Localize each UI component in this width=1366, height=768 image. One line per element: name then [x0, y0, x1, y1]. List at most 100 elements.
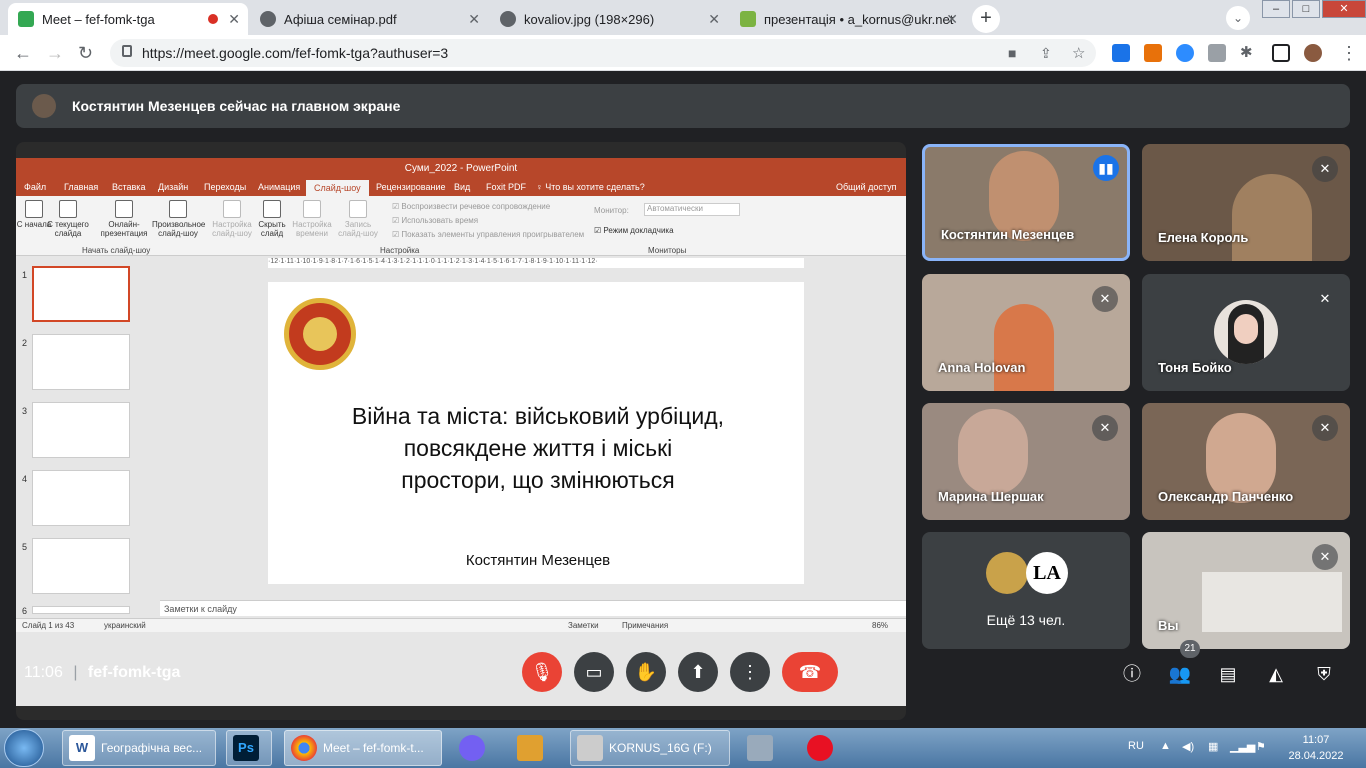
ppt-tab-home[interactable]: Главная — [64, 182, 98, 192]
rehearse-timings-button[interactable]: Настройка времени — [290, 196, 334, 238]
participant-video — [958, 409, 1028, 495]
participant-tile[interactable]: ✕ Anna Holovan — [922, 274, 1130, 391]
leave-call-button[interactable]: ☎ — [782, 652, 838, 692]
record-slideshow-button[interactable]: Запись слайд-шоу — [332, 196, 384, 238]
slide-thumbnail[interactable] — [32, 538, 130, 594]
ppt-tab-file[interactable]: Файл — [24, 182, 46, 192]
maximize-button[interactable]: □ — [1292, 0, 1320, 18]
notes-pane[interactable]: Заметки к слайду — [160, 600, 906, 616]
meeting-details-icon[interactable]: ⓘ — [1120, 662, 1144, 686]
close-tab-icon[interactable]: ✕ — [228, 11, 240, 28]
camera-icon[interactable]: ■ — [1008, 45, 1016, 61]
taskbar-photoshop[interactable]: Ps — [226, 730, 272, 766]
timings-checkbox[interactable]: ☑ Использовать время — [392, 216, 478, 225]
slide-thumbnail[interactable] — [32, 266, 130, 322]
present-button[interactable]: ⬆ — [678, 652, 718, 692]
tray-arrow-icon[interactable]: ▲ — [1160, 740, 1171, 752]
camera-toggle-button[interactable]: ▭ — [574, 652, 614, 692]
share-icon[interactable]: ⇪ — [1040, 45, 1052, 62]
address-bar[interactable]: https://meet.google.com/fef-fomk-tga?aut… — [110, 39, 1096, 67]
from-current-button[interactable]: С текущего слайда — [46, 196, 90, 238]
bookmark-star-icon[interactable]: ☆ — [1072, 44, 1085, 62]
extension-icon[interactable] — [1112, 44, 1130, 62]
hide-slide-button[interactable]: Скрыть слайд — [250, 196, 294, 238]
browser-tab-pdf[interactable]: Афіша семінар.pdf ✕ — [250, 3, 488, 35]
zoom-extension-icon[interactable] — [1176, 44, 1194, 62]
taskbar-chrome[interactable]: Meet – fef-fomk-t... — [284, 730, 442, 766]
close-tab-icon[interactable]: ✕ — [946, 11, 958, 28]
taskbar-drive[interactable]: KORNUS_16G (F:) — [570, 730, 730, 766]
profile-avatar[interactable] — [1304, 44, 1322, 62]
reload-icon[interactable]: ↻ — [78, 43, 93, 64]
notes-toggle[interactable]: Заметки — [568, 621, 599, 630]
forward-icon[interactable]: → — [46, 43, 64, 64]
signal-icon[interactable]: ▁▃▅ — [1230, 740, 1255, 753]
taskbar-opera[interactable] — [800, 730, 846, 766]
taskbar-viber[interactable] — [452, 730, 498, 766]
ppt-tab-insert[interactable]: Вставка — [112, 182, 145, 192]
ppt-tab-view[interactable]: Вид — [454, 182, 470, 192]
monitor-select[interactable]: Автоматически — [644, 203, 740, 216]
slide-thumbnail[interactable] — [32, 606, 130, 614]
new-tab-button[interactable]: + — [972, 5, 1000, 33]
media-controls-checkbox[interactable]: ☑ Показать элементы управления проигрыва… — [392, 230, 584, 239]
system-clock[interactable]: 11:07 28.04.2022 — [1286, 732, 1346, 764]
tab-search-icon[interactable]: ⌄ — [1226, 6, 1250, 30]
presenter-view-checkbox[interactable]: ☑ Режим докладчика — [594, 226, 674, 235]
network-icon[interactable]: ▦ — [1208, 740, 1218, 753]
participant-tile[interactable]: ▮▮ Костянтин Мезенцев — [922, 144, 1130, 261]
close-tab-icon[interactable]: ✕ — [708, 11, 720, 28]
ppt-tab-review[interactable]: Рецензирование — [376, 182, 446, 192]
browser-tab-jpg[interactable]: kovaliov.jpg (198×296) ✕ — [490, 3, 728, 35]
back-icon[interactable]: ← — [14, 43, 32, 64]
extension-icon[interactable] — [1208, 44, 1226, 62]
flag-icon[interactable]: ⚑ — [1256, 740, 1266, 753]
puzzle-icon[interactable]: ✱ — [1240, 43, 1253, 61]
activities-icon[interactable]: ◭ — [1264, 662, 1288, 686]
ppt-tab-animation[interactable]: Анимация — [258, 182, 300, 192]
slide-thumbnail[interactable] — [32, 334, 130, 390]
participant-tile[interactable]: ✕ Марина Шершак — [922, 403, 1130, 520]
more-participants-tile[interactable]: LA Ещё 13 чел. — [922, 532, 1130, 649]
ppt-tab-design[interactable]: Дизайн — [158, 182, 188, 192]
start-button[interactable] — [4, 729, 44, 767]
slide-thumbnail[interactable] — [32, 470, 130, 526]
taskbar-word[interactable]: W Географічна вес... — [62, 730, 216, 766]
custom-slideshow-button[interactable]: Произвольное слайд-шоу — [152, 196, 205, 238]
ppt-share-button[interactable]: Общий доступ — [836, 182, 896, 192]
minimize-button[interactable]: – — [1262, 0, 1290, 18]
ppt-tab-slideshow[interactable]: Слайд-шоу — [306, 180, 369, 196]
comments-toggle[interactable]: Примечания — [622, 621, 668, 630]
ppt-tell-me[interactable]: ♀ Что вы хотите сделать? — [536, 182, 645, 192]
chat-icon[interactable]: ▤ — [1216, 662, 1240, 686]
participant-tile[interactable]: ✕ Олександр Панченко — [1142, 403, 1350, 520]
browser-tab-meet[interactable]: Meet – fef-fomk-tga ✕ — [8, 3, 248, 35]
close-tab-icon[interactable]: ✕ — [468, 11, 480, 28]
close-window-button[interactable]: ✕ — [1322, 0, 1366, 18]
mic-toggle-button[interactable]: 🎙 — [522, 652, 562, 692]
zoom-level[interactable]: 86% — [872, 621, 888, 630]
slide-thumbnail[interactable] — [32, 402, 130, 458]
online-presentation-button[interactable]: Онлайн-презентация — [98, 196, 150, 238]
raise-hand-button[interactable]: ✋ — [626, 652, 666, 692]
browser-tab-mail[interactable]: презентація • a_kornus@ukr.net ✕ — [730, 3, 966, 35]
side-panel-icon[interactable] — [1272, 44, 1290, 62]
narration-checkbox[interactable]: ☑ Воспроизвести речевое сопровождение — [392, 202, 550, 211]
setup-slideshow-button[interactable]: Настройка слайд-шоу — [210, 196, 254, 238]
taskbar-media[interactable] — [510, 730, 556, 766]
ppt-tab-transitions[interactable]: Переходы — [204, 182, 246, 192]
menu-icon[interactable]: ⋮ — [1340, 43, 1358, 64]
extension-icon[interactable] — [1144, 44, 1162, 62]
self-view-tile[interactable]: ✕ Вы — [1142, 532, 1350, 649]
host-controls-icon[interactable]: ⛨ — [1312, 662, 1336, 686]
taskbar-search-app[interactable] — [740, 730, 786, 766]
participant-tile[interactable]: ✕ Елена Король — [1142, 144, 1350, 261]
more-options-button[interactable]: ⋮ — [730, 652, 770, 692]
participant-tile[interactable]: ✕ Тоня Бойко — [1142, 274, 1350, 391]
people-icon[interactable]: 👥 — [1168, 662, 1192, 686]
group-label: Мониторы — [648, 246, 687, 255]
participant-name: Елена Король — [1158, 230, 1249, 245]
volume-icon[interactable]: ◀) — [1182, 740, 1194, 753]
keyboard-language[interactable]: RU — [1128, 740, 1144, 752]
ppt-tab-foxit[interactable]: Foxit PDF — [486, 182, 526, 192]
